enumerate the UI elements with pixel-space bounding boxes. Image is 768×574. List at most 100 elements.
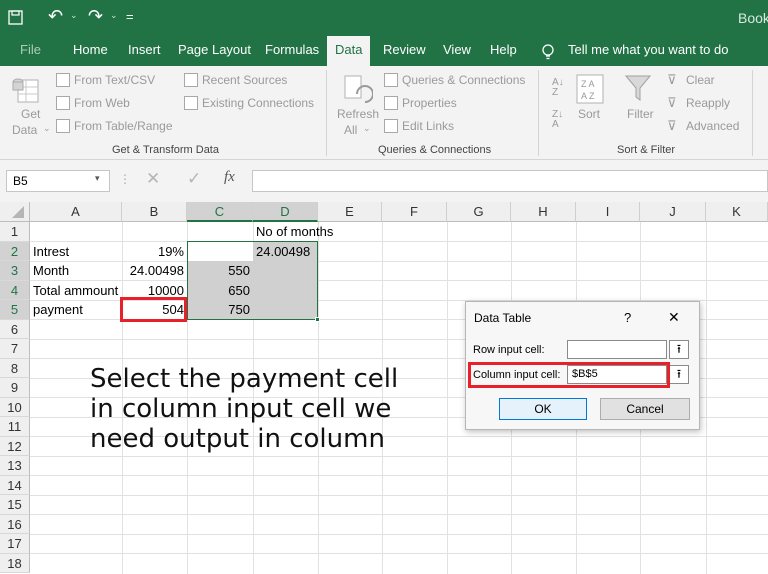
properties-button[interactable]: Properties (402, 96, 457, 110)
refresh-all-icon[interactable] (343, 74, 373, 108)
save-icon[interactable] (8, 10, 24, 26)
row-header-10[interactable]: 10 (0, 397, 30, 417)
cell-d2[interactable]: 24.00498 (253, 242, 318, 261)
tab-file[interactable]: File (20, 42, 41, 57)
row-header-3[interactable]: 3 (0, 261, 30, 281)
filter-label[interactable]: Filter (627, 107, 654, 121)
tab-home[interactable]: Home (73, 42, 108, 57)
row-header-5[interactable]: 5 (0, 300, 30, 320)
row-header-7[interactable]: 7 (0, 339, 30, 359)
edit-links-button[interactable]: Edit Links (402, 119, 454, 133)
row-header-2[interactable]: 2 (0, 241, 30, 261)
get-data-label-2[interactable]: Data (12, 123, 37, 137)
column-header-i[interactable]: I (576, 202, 640, 222)
cell-c4[interactable]: 650 (187, 281, 253, 300)
fill-handle[interactable] (315, 317, 320, 322)
row-header-15[interactable]: 15 (0, 495, 30, 515)
cell-c5[interactable]: 750 (187, 300, 253, 319)
row-header-12[interactable]: 12 (0, 436, 30, 456)
cancel-button[interactable]: Cancel (600, 398, 690, 420)
column-header-a[interactable]: A (30, 202, 122, 222)
table-icon (56, 119, 70, 133)
cell-a4[interactable]: Total ammount (30, 281, 122, 300)
cell-c3[interactable]: 550 (187, 261, 253, 280)
tab-view[interactable]: View (443, 42, 471, 57)
redo-dropdown-icon[interactable]: ⌄ (110, 10, 118, 21)
row-header-9[interactable]: 9 (0, 378, 30, 398)
row-header-14[interactable]: 14 (0, 475, 30, 495)
sort-icon[interactable]: Z A A Z (576, 74, 604, 104)
undo-dropdown-icon[interactable]: ⌄ (70, 10, 78, 21)
tab-insert[interactable]: Insert (128, 42, 161, 57)
row-input-field[interactable] (567, 340, 667, 359)
row-header-4[interactable]: 4 (0, 280, 30, 300)
insert-function-icon[interactable]: fx (224, 169, 235, 186)
row-header-18[interactable]: 18 (0, 553, 30, 573)
cell-d1[interactable]: No of months (253, 222, 353, 241)
get-data-icon[interactable] (12, 76, 40, 108)
row-header-16[interactable]: 16 (0, 514, 30, 534)
cell-b2[interactable]: 19% (122, 242, 187, 261)
from-web-button[interactable]: From Web (74, 96, 130, 110)
existing-connections-button[interactable]: Existing Connections (202, 96, 314, 110)
customize-qat-icon[interactable]: = (126, 9, 134, 24)
name-box-dropdown-icon[interactable]: ▾ (95, 173, 100, 184)
queries-connections-button[interactable]: Queries & Connections (402, 73, 525, 87)
formula-input[interactable] (252, 170, 768, 192)
column-header-c[interactable]: C (187, 202, 253, 222)
from-table-button[interactable]: From Table/Range (74, 119, 173, 133)
ok-button[interactable]: OK (499, 398, 587, 420)
column-header-b[interactable]: B (122, 202, 187, 222)
undo-icon[interactable]: ↶ (48, 6, 63, 27)
sort-label[interactable]: Sort (578, 107, 600, 121)
get-data-dropdown-icon[interactable]: ⌄ (43, 123, 51, 134)
column-header-j[interactable]: J (640, 202, 706, 222)
row-header-1[interactable]: 1 (0, 222, 30, 242)
column-header-k[interactable]: K (706, 202, 768, 222)
row-header-6[interactable]: 6 (0, 319, 30, 339)
get-data-label[interactable]: Get (21, 107, 40, 121)
tab-formulas[interactable]: Formulas (265, 42, 319, 57)
help-icon[interactable]: ? (624, 310, 631, 325)
from-text-csv-button[interactable]: From Text/CSV (74, 73, 155, 87)
tab-review[interactable]: Review (383, 42, 426, 57)
select-all-corner[interactable] (0, 202, 30, 222)
filter-icon[interactable] (625, 74, 651, 102)
row-header-13[interactable]: 13 (0, 456, 30, 476)
cell-a5[interactable]: payment (30, 300, 122, 319)
row-header-8[interactable]: 8 (0, 358, 30, 378)
sort-az-icon[interactable]: A↓ Z (552, 78, 564, 98)
recent-sources-button[interactable]: Recent Sources (202, 73, 287, 87)
tab-help[interactable]: Help (490, 42, 517, 57)
cell-b3[interactable]: 24.00498 (122, 261, 187, 280)
close-icon[interactable]: ✕ (668, 309, 680, 326)
refresh-dropdown-icon[interactable]: ⌄ (363, 123, 371, 134)
row-header-11[interactable]: 11 (0, 417, 30, 437)
reapply-button[interactable]: Reapply (686, 96, 730, 110)
gridline (30, 475, 768, 476)
tab-page-layout[interactable]: Page Layout (178, 42, 251, 57)
column-header-g[interactable]: G (447, 202, 511, 222)
redo-icon[interactable]: ↷ (88, 6, 103, 27)
cancel-icon[interactable]: ✕ (146, 169, 160, 189)
row-collapse-icon[interactable]: ⭱ (669, 340, 689, 359)
column-header-f[interactable]: F (382, 202, 447, 222)
svg-text:Z A: Z A (581, 79, 595, 89)
column-header-e[interactable]: E (318, 202, 382, 222)
row-header-17[interactable]: 17 (0, 534, 30, 554)
cell-a2[interactable]: Intrest (30, 242, 122, 261)
name-box[interactable]: B5 ▾ (6, 170, 110, 192)
refresh-label[interactable]: Refresh (337, 107, 379, 121)
advanced-button[interactable]: Advanced (686, 119, 739, 133)
enter-icon[interactable]: ✓ (187, 169, 201, 189)
tab-data[interactable]: Data (327, 36, 371, 66)
clear-button[interactable]: Clear (686, 73, 715, 87)
tell-me-search[interactable]: Tell me what you want to do (568, 42, 728, 57)
sort-za-icon[interactable]: Z↓ A (552, 110, 563, 130)
column-header-d[interactable]: D (253, 202, 318, 222)
clear-icon: ⊽ (667, 72, 677, 87)
cell-a3[interactable]: Month (30, 261, 122, 280)
column-collapse-icon[interactable]: ⭱ (669, 365, 689, 384)
refresh-all-label[interactable]: All (344, 123, 357, 137)
column-header-h[interactable]: H (511, 202, 576, 222)
